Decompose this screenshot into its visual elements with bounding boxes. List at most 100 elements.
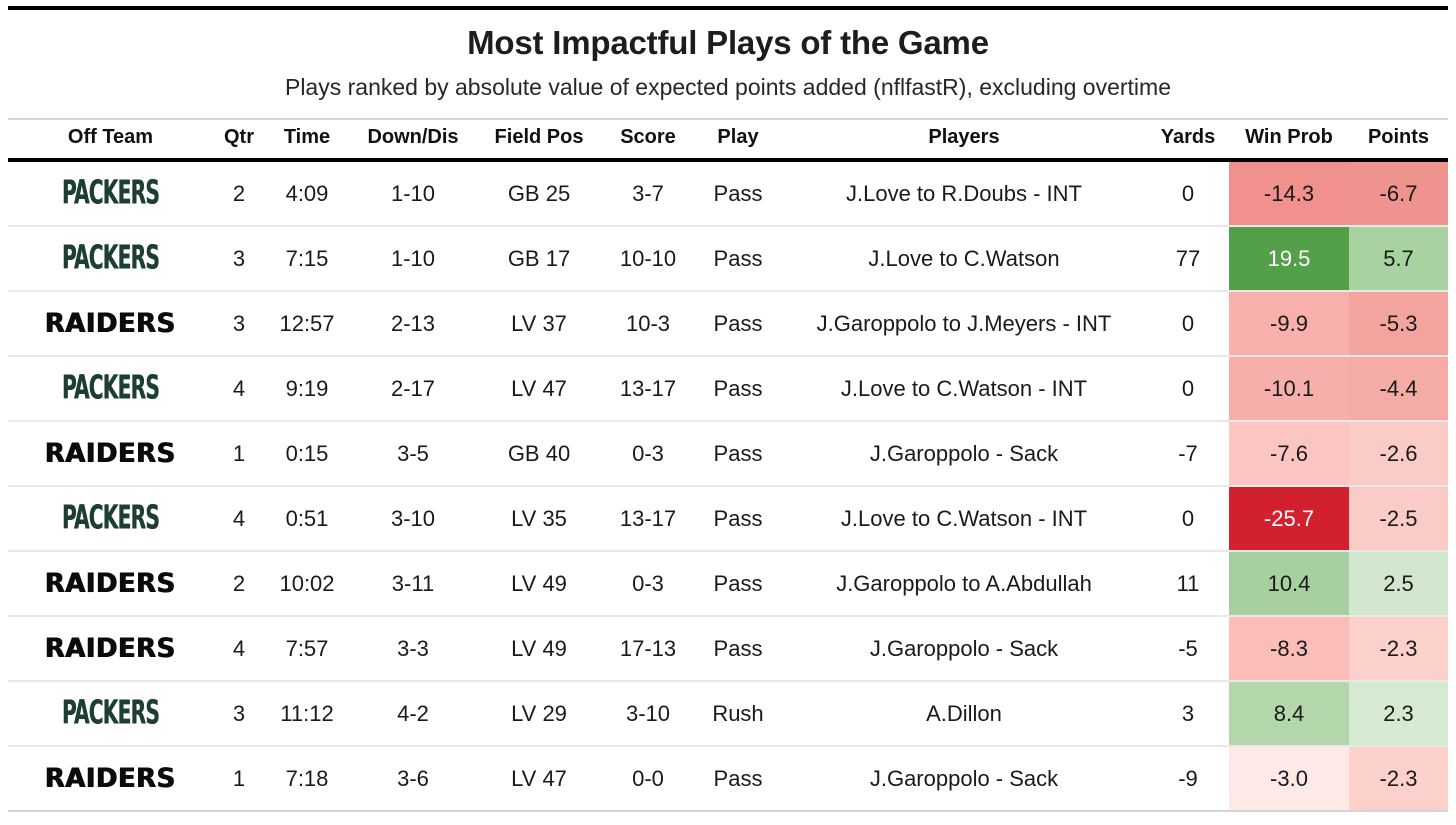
cell-off-team: PACKERS (8, 486, 213, 553)
cell-yards: -9 (1147, 746, 1229, 813)
table-row[interactable]: PACKERS 4 0:51 3-10 LV 35 13-17 Pass J.Love to … (8, 486, 1448, 553)
cell-off-team: RAIDERS (8, 421, 213, 488)
cell-score: 0-3 (601, 421, 695, 488)
table-row[interactable]: PACKERS 3 7:15 1-10 GB 17 10-10 Pass J.Love to … (8, 226, 1448, 293)
cell-down-dis: 4-2 (349, 681, 477, 748)
cell-time: 7:57 (265, 616, 349, 683)
team-wordmark-raiders: RAIDERS (45, 632, 176, 664)
cell-time: 7:18 (265, 746, 349, 813)
cell-time: 10:02 (265, 551, 349, 618)
cell-down-dis: 1-10 (349, 160, 477, 228)
cell-off-team: PACKERS (8, 681, 213, 748)
cell-score: 3-7 (601, 160, 695, 228)
column-header-qtr[interactable]: Qtr (213, 118, 265, 163)
cell-yards: -5 (1147, 616, 1229, 683)
cell-qtr: 3 (213, 226, 265, 293)
column-header-down-dis[interactable]: Down/Dis (349, 118, 477, 163)
team-wordmark-raiders: RAIDERS (45, 437, 176, 469)
cell-off-team: PACKERS (8, 226, 213, 293)
cell-field-pos: GB 25 (477, 160, 601, 228)
cell-yards: 77 (1147, 226, 1229, 293)
table-row[interactable]: PACKERS 3 11:12 4-2 LV 29 3-10 Rush A.Dillon 3 8.… (8, 681, 1448, 748)
cell-points: 2.5 (1349, 551, 1448, 618)
column-header-field-pos[interactable]: Field Pos (477, 118, 601, 163)
cell-play: Pass (695, 160, 781, 228)
column-header-players[interactable]: Players (781, 118, 1147, 163)
cell-win-prob: -8.3 (1229, 616, 1349, 683)
cell-down-dis: 3-6 (349, 746, 477, 813)
table-row[interactable]: RAIDERS 1 7:18 3-6 LV 47 0-0 Pass J.Garoppolo -… (8, 746, 1448, 813)
column-header-win-prob[interactable]: Win Prob (1229, 118, 1349, 163)
cell-off-team: RAIDERS (8, 616, 213, 683)
cell-off-team: RAIDERS (8, 551, 213, 618)
table-row[interactable]: RAIDERS 3 12:57 2-13 LV 37 10-3 Pass J.Garoppol… (8, 291, 1448, 358)
table-row[interactable]: RAIDERS 4 7:57 3-3 LV 49 17-13 Pass J.Garoppolo… (8, 616, 1448, 683)
cell-players: A.Dillon (781, 681, 1147, 748)
cell-win-prob: -7.6 (1229, 421, 1349, 488)
cell-players: J.Garoppolo - Sack (781, 616, 1147, 683)
cell-qtr: 3 (213, 681, 265, 748)
cell-play: Pass (695, 356, 781, 423)
cell-field-pos: GB 17 (477, 226, 601, 293)
cell-score: 10-10 (601, 226, 695, 293)
cell-field-pos: LV 37 (477, 291, 601, 358)
top-rule (8, 6, 1448, 10)
column-header-yards[interactable]: Yards (1147, 118, 1229, 163)
cell-yards: 11 (1147, 551, 1229, 618)
cell-field-pos: LV 49 (477, 616, 601, 683)
cell-field-pos: GB 40 (477, 421, 601, 488)
cell-off-team: PACKERS (8, 160, 213, 228)
cell-play: Rush (695, 681, 781, 748)
cell-time: 9:19 (265, 356, 349, 423)
cell-down-dis: 3-11 (349, 551, 477, 618)
cell-yards: 0 (1147, 486, 1229, 553)
plays-table-page: Most Impactful Plays of the Game Plays r… (0, 0, 1456, 825)
table-row[interactable]: PACKERS 2 4:09 1-10 GB 25 3-7 Pass J.Love to R.… (8, 160, 1448, 228)
most-impactful-plays-table: Off Team Qtr Time Down/Dis Field Pos Sco… (8, 118, 1448, 813)
cell-points: -2.3 (1349, 616, 1448, 683)
table-row[interactable]: RAIDERS 1 0:15 3-5 GB 40 0-3 Pass J.Garoppolo -… (8, 421, 1448, 488)
column-header-off-team[interactable]: Off Team (8, 118, 213, 163)
cell-points: -2.3 (1349, 746, 1448, 813)
cell-time: 0:51 (265, 486, 349, 553)
column-header-play[interactable]: Play (695, 118, 781, 163)
cell-time: 11:12 (265, 681, 349, 748)
cell-time: 4:09 (265, 160, 349, 228)
table-header-row: Off Team Qtr Time Down/Dis Field Pos Sco… (8, 118, 1448, 163)
cell-points: 2.3 (1349, 681, 1448, 748)
page-title: Most Impactful Plays of the Game (467, 24, 989, 61)
cell-qtr: 2 (213, 551, 265, 618)
cell-win-prob: -10.1 (1229, 356, 1349, 423)
cell-field-pos: LV 47 (477, 356, 601, 423)
column-header-time[interactable]: Time (265, 118, 349, 163)
cell-play: Pass (695, 746, 781, 813)
cell-qtr: 4 (213, 356, 265, 423)
cell-field-pos: LV 47 (477, 746, 601, 813)
cell-score: 13-17 (601, 486, 695, 553)
table-row[interactable]: RAIDERS 2 10:02 3-11 LV 49 0-3 Pass J.Garoppolo… (8, 551, 1448, 618)
table-row[interactable]: PACKERS 4 9:19 2-17 LV 47 13-17 Pass J.Love to … (8, 356, 1448, 423)
cell-win-prob: -14.3 (1229, 160, 1349, 228)
cell-players: J.Garoppolo - Sack (781, 421, 1147, 488)
cell-yards: 0 (1147, 160, 1229, 228)
team-wordmark-raiders: RAIDERS (45, 762, 176, 794)
cell-qtr: 4 (213, 616, 265, 683)
cell-play: Pass (695, 551, 781, 618)
cell-qtr: 1 (213, 746, 265, 813)
cell-points: -5.3 (1349, 291, 1448, 358)
cell-qtr: 3 (213, 291, 265, 358)
team-wordmark-packers: PACKERS (61, 239, 160, 278)
cell-points: -6.7 (1349, 160, 1448, 228)
cell-score: 10-3 (601, 291, 695, 358)
column-header-points[interactable]: Points (1349, 118, 1448, 163)
cell-down-dis: 3-5 (349, 421, 477, 488)
cell-play: Pass (695, 226, 781, 293)
page-subtitle: Plays ranked by absolute value of expect… (284, 73, 1171, 100)
cell-players: J.Love to R.Doubs - INT (781, 160, 1147, 228)
cell-play: Pass (695, 616, 781, 683)
cell-points: -2.5 (1349, 486, 1448, 553)
cell-field-pos: LV 29 (477, 681, 601, 748)
table-body: PACKERS 2 4:09 1-10 GB 25 3-7 Pass J.Love to R.… (8, 160, 1448, 813)
team-wordmark-raiders: RAIDERS (45, 307, 176, 339)
column-header-score[interactable]: Score (601, 118, 695, 163)
